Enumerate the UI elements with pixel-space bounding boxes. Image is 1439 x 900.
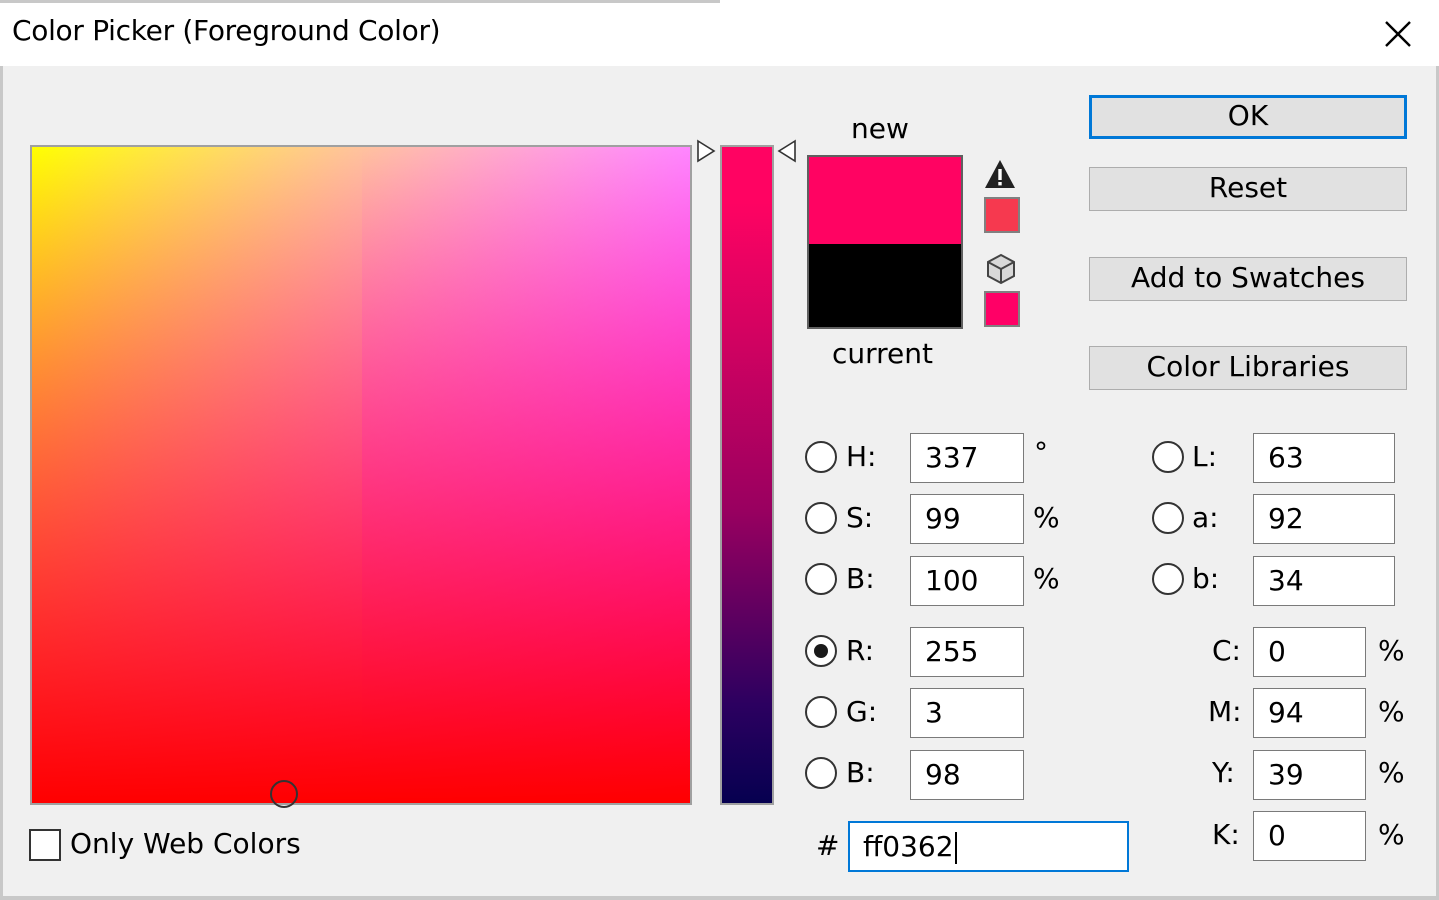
l-label: L: bbox=[1192, 440, 1218, 473]
warning-icon[interactable] bbox=[983, 158, 1017, 190]
window-border bbox=[0, 0, 3, 900]
g-label: G: bbox=[846, 695, 878, 728]
color-slider[interactable] bbox=[720, 145, 774, 805]
color-field[interactable] bbox=[30, 145, 692, 805]
lab-b-input[interactable]: 34 bbox=[1253, 556, 1395, 606]
radio-lab-b[interactable] bbox=[1152, 563, 1184, 595]
k-unit: % bbox=[1378, 818, 1405, 851]
color-libraries-button[interactable]: Color Libraries bbox=[1089, 346, 1407, 390]
c-label: C: bbox=[1212, 634, 1241, 667]
only-web-colors-checkbox[interactable] bbox=[29, 829, 61, 861]
hex-value: ff0362 bbox=[863, 830, 954, 863]
radio-l[interactable] bbox=[1152, 441, 1184, 473]
radio-g[interactable] bbox=[805, 696, 837, 728]
close-icon[interactable] bbox=[1382, 18, 1414, 50]
radio-blue[interactable] bbox=[805, 757, 837, 789]
l-input[interactable]: 63 bbox=[1253, 433, 1395, 483]
a-label: a: bbox=[1192, 501, 1219, 534]
brightness-label: B: bbox=[846, 562, 875, 595]
web-safe-swatch[interactable] bbox=[984, 291, 1020, 327]
m-label: M: bbox=[1208, 695, 1242, 728]
text-caret bbox=[954, 832, 957, 864]
reset-button[interactable]: Reset bbox=[1089, 167, 1407, 211]
hex-input[interactable]: ff0362 bbox=[848, 821, 1129, 872]
color-comparison bbox=[807, 155, 963, 329]
window-border bbox=[0, 896, 1439, 900]
title-bar: Color Picker (Foreground Color) bbox=[0, 0, 1439, 66]
current-label: current bbox=[832, 337, 934, 370]
blue-label: B: bbox=[846, 756, 875, 789]
radio-h[interactable] bbox=[805, 441, 837, 473]
s-label: S: bbox=[846, 501, 874, 534]
radio-a[interactable] bbox=[1152, 502, 1184, 534]
ok-button[interactable]: OK bbox=[1089, 95, 1407, 139]
brightness-unit: % bbox=[1033, 562, 1060, 595]
add-to-swatches-button[interactable]: Add to Swatches bbox=[1089, 257, 1407, 301]
current-color-swatch[interactable] bbox=[809, 244, 961, 327]
c-input[interactable]: 0 bbox=[1253, 627, 1366, 677]
r-label: R: bbox=[846, 634, 875, 667]
s-input[interactable]: 99 bbox=[910, 494, 1024, 544]
color-field-selector[interactable] bbox=[270, 780, 298, 808]
radio-brightness[interactable] bbox=[805, 563, 837, 595]
h-input[interactable]: 337 bbox=[910, 433, 1024, 483]
blue-input[interactable]: 98 bbox=[910, 750, 1024, 800]
slider-handle-right-icon[interactable] bbox=[777, 139, 797, 163]
hex-label: # bbox=[816, 829, 840, 862]
h-label: H: bbox=[846, 440, 877, 473]
window-title: Color Picker (Foreground Color) bbox=[12, 14, 441, 47]
g-input[interactable]: 3 bbox=[910, 688, 1024, 738]
r-input[interactable]: 255 bbox=[910, 627, 1024, 677]
only-web-colors-label[interactable]: Only Web Colors bbox=[70, 827, 301, 860]
radio-r[interactable] bbox=[805, 635, 837, 667]
slider-handle-left-icon[interactable] bbox=[696, 139, 716, 163]
m-input[interactable]: 94 bbox=[1253, 688, 1366, 738]
y-label: Y: bbox=[1212, 756, 1235, 789]
radio-s[interactable] bbox=[805, 502, 837, 534]
gamut-warning-swatch[interactable] bbox=[984, 197, 1020, 233]
c-unit: % bbox=[1378, 634, 1405, 667]
cube-icon[interactable] bbox=[985, 252, 1017, 286]
lab-b-label: b: bbox=[1192, 562, 1220, 595]
s-unit: % bbox=[1033, 501, 1060, 534]
y-input[interactable]: 39 bbox=[1253, 750, 1366, 800]
new-color-swatch[interactable] bbox=[809, 157, 961, 244]
color-picker-dialog: Color Picker (Foreground Color) new curr… bbox=[0, 0, 1439, 900]
window-border bbox=[0, 0, 720, 3]
brightness-input[interactable]: 100 bbox=[910, 556, 1024, 606]
m-unit: % bbox=[1378, 695, 1405, 728]
a-input[interactable]: 92 bbox=[1253, 494, 1395, 544]
color-field-gradient bbox=[32, 147, 690, 803]
k-label: K: bbox=[1212, 818, 1240, 851]
y-unit: % bbox=[1378, 756, 1405, 789]
h-unit: ° bbox=[1034, 436, 1048, 469]
k-input[interactable]: 0 bbox=[1253, 811, 1366, 861]
new-label: new bbox=[851, 112, 909, 145]
